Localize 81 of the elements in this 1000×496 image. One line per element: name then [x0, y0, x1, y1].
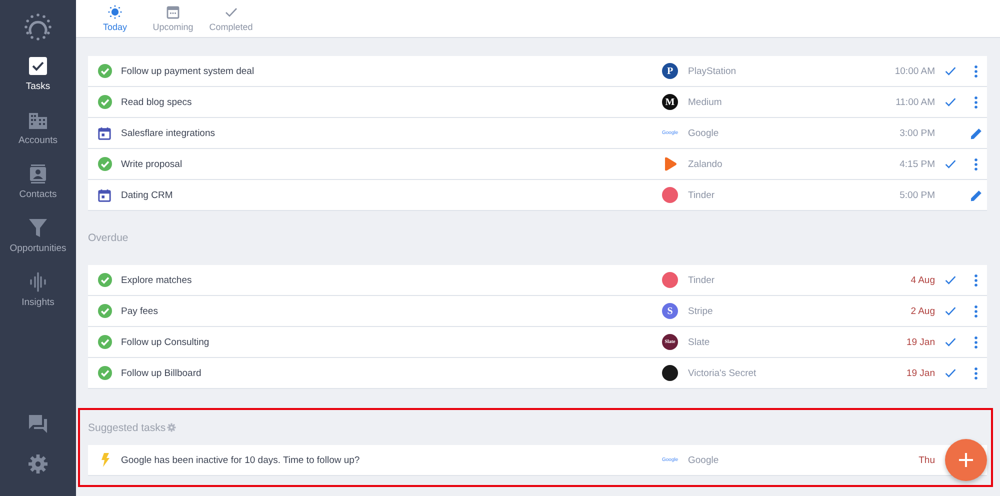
section-heading: Overdue [88, 231, 130, 246]
due-time: 19 Jan [906, 368, 935, 378]
calendar-icon [98, 126, 111, 140]
funnel-icon[interactable] [28, 218, 48, 238]
task-title: Follow up payment system deal [121, 66, 256, 76]
due-time: 2 Aug [910, 306, 935, 316]
check-circle-icon[interactable] [98, 64, 112, 78]
check-circle-icon[interactable] [98, 273, 112, 287]
more-icon[interactable] [974, 158, 978, 170]
tab[interactable]: Today [86, 0, 144, 37]
sidebar-item[interactable]: Tasks [0, 56, 76, 110]
more-icon[interactable] [974, 304, 978, 318]
task-title: Follow up Consulting [121, 336, 210, 348]
due-time: 5:00 PM [900, 190, 935, 200]
company-name[interactable]: Stripe [688, 306, 911, 316]
task-title: Pay fees [121, 306, 159, 316]
chat-icon[interactable] [28, 414, 48, 434]
check-icon[interactable] [944, 65, 956, 77]
check-icon[interactable] [944, 274, 956, 286]
check-icon[interactable] [944, 305, 956, 317]
check-circle-icon[interactable] [98, 304, 112, 318]
task-title: Salesflare integrations [121, 128, 216, 138]
company-name[interactable]: Tinder [688, 190, 900, 200]
task-title: Dating CRM [121, 190, 174, 200]
more-icon[interactable] [974, 96, 978, 108]
due-time: Thu [918, 454, 935, 466]
company-name[interactable]: Tinder [688, 274, 911, 286]
sidebar-item[interactable]: Opportunities [0, 218, 76, 272]
check-icon[interactable] [944, 158, 956, 170]
company-name[interactable]: PlayStation [688, 66, 895, 76]
check-circle-icon[interactable] [98, 95, 112, 109]
check-circle-icon[interactable] [98, 157, 112, 171]
company-name[interactable]: Zalando [688, 158, 900, 170]
more-icon[interactable] [974, 336, 978, 348]
calendar-icon[interactable] [166, 5, 180, 19]
check-icon[interactable] [944, 336, 956, 348]
sun-logo-icon[interactable] [23, 12, 53, 42]
sidebar-item[interactable]: Insights [0, 272, 76, 326]
check-icon[interactable] [944, 367, 956, 379]
task-title: Write proposal [121, 158, 184, 170]
company-name[interactable]: Medium [688, 96, 896, 108]
lightning-icon [100, 453, 110, 467]
task-title: Read blog specs [121, 96, 193, 108]
more-icon[interactable] [974, 274, 978, 286]
company-logo-icon: S [662, 303, 678, 319]
settings-icon[interactable] [28, 454, 48, 474]
add-button[interactable] [945, 439, 987, 481]
company-name[interactable]: Victoria's Secret [688, 368, 906, 378]
due-time: 4:15 PM [900, 158, 935, 170]
calendar-icon [98, 188, 111, 202]
sidebar-item[interactable]: Contacts [0, 164, 76, 218]
sun-icon[interactable] [108, 5, 122, 19]
company-logo-icon: P [662, 63, 678, 79]
check-circle-icon[interactable] [98, 335, 112, 349]
due-time: 11:00 AM [896, 96, 935, 108]
more-icon[interactable] [974, 366, 978, 380]
task-title: Explore matches [121, 274, 193, 286]
checkbox-icon[interactable] [28, 56, 48, 76]
sidebar-item[interactable]: Accounts [0, 110, 76, 164]
company-name[interactable]: Slate [688, 336, 906, 348]
tab[interactable]: Upcoming [144, 0, 202, 37]
company-logo-icon: M [662, 94, 678, 110]
check-icon[interactable] [944, 96, 956, 108]
task-title: Follow up Billboard [121, 368, 202, 378]
section-heading: Suggested tasks [88, 422, 166, 434]
pencil-icon[interactable] [970, 188, 982, 202]
contact-card-icon[interactable] [28, 164, 48, 184]
plus-icon[interactable] [958, 452, 974, 468]
due-time: 19 Jan [906, 336, 935, 348]
due-time: 10:00 AM [894, 66, 935, 76]
more-icon[interactable] [974, 64, 978, 78]
sound-wave-icon[interactable] [28, 272, 48, 292]
building-icon[interactable] [28, 110, 48, 130]
pencil-icon[interactable] [970, 126, 982, 140]
suggestion-text: Google has been inactive for 10 days. Time to follow up? [121, 454, 361, 466]
check-circle-icon[interactable] [98, 366, 112, 380]
due-time: 3:00 PM [900, 128, 935, 138]
company-name[interactable]: Google [688, 454, 919, 466]
company-name[interactable]: Google [688, 128, 900, 138]
tab[interactable]: Completed [202, 0, 260, 37]
due-time: 4 Aug [910, 274, 935, 286]
